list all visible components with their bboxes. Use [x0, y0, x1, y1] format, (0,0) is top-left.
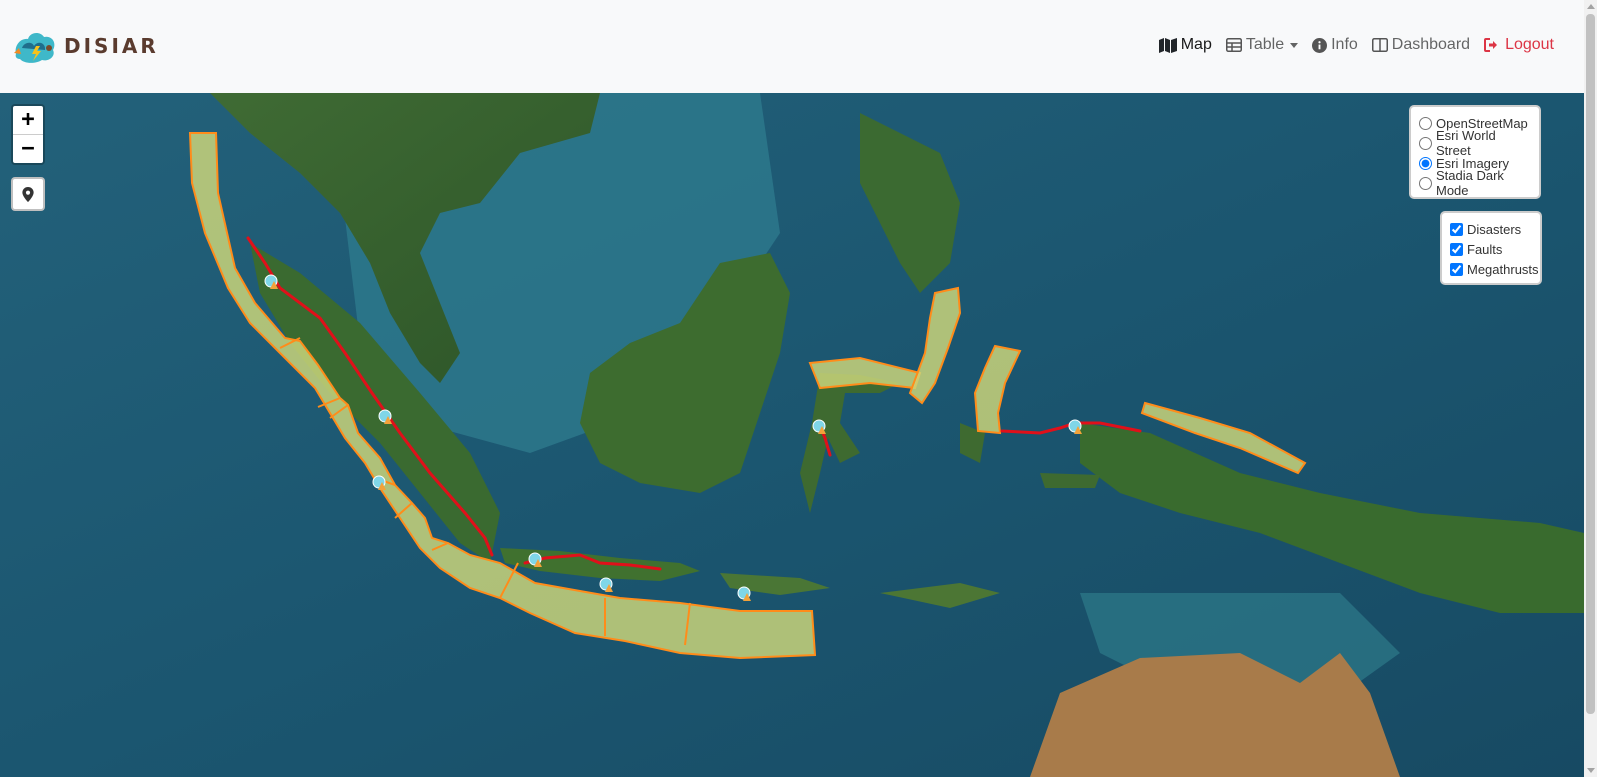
scroll-down-icon[interactable]: [1587, 768, 1595, 773]
main-nav: Map Table Info Dashboard Logout: [1145, 36, 1554, 54]
zoom-in-button[interactable]: +: [13, 106, 43, 135]
base-layer-radio[interactable]: [1419, 136, 1432, 150]
navbar: DISIAR Map Table Info Dashboard Logout: [0, 0, 1584, 93]
overlay-label: Disasters: [1467, 221, 1522, 237]
base-layer-option-esri-world-street[interactable]: Esri World Street: [1417, 128, 1531, 158]
overlay-control: Disasters Faults Megathrusts: [1440, 211, 1542, 285]
scrollbar-thumb[interactable]: [1586, 14, 1595, 714]
map-view[interactable]: + − OpenStreetMap Esri World Street Esri…: [0, 93, 1584, 777]
columns-icon: [1371, 38, 1388, 52]
zoom-out-button[interactable]: −: [13, 135, 43, 163]
nav-table-dropdown[interactable]: Table: [1225, 36, 1299, 54]
overlay-option-faults[interactable]: Faults: [1448, 239, 1532, 259]
nav-logout[interactable]: Logout: [1484, 36, 1554, 54]
overlay-checkbox[interactable]: [1450, 222, 1463, 236]
base-layer-label: Stadia Dark Mode: [1436, 168, 1504, 198]
overlay-option-megathrusts[interactable]: Megathrusts: [1448, 259, 1539, 279]
nav-map[interactable]: Map: [1158, 36, 1212, 54]
map-marker-icon: [22, 186, 34, 202]
base-layer-label: Esri World Street: [1436, 128, 1496, 158]
base-layer-option-stadia-dark[interactable]: Stadia Dark Mode: [1417, 168, 1531, 198]
scroll-up-icon[interactable]: [1587, 4, 1595, 9]
sign-out-icon: [1484, 38, 1498, 52]
base-layer-radio[interactable]: [1419, 176, 1432, 190]
base-layer-radio[interactable]: [1419, 156, 1432, 170]
overlay-label: Megathrusts: [1467, 261, 1539, 277]
nav-logout-label: Logout: [1505, 36, 1554, 53]
brand-name: DISIAR: [64, 34, 159, 58]
satellite-basemap: [0, 93, 1584, 777]
brand[interactable]: DISIAR: [12, 26, 159, 66]
base-layer-radio[interactable]: [1419, 116, 1432, 130]
page-scrollbar[interactable]: [1584, 0, 1597, 777]
chevron-down-icon: [1290, 42, 1299, 48]
nav-info[interactable]: Info: [1312, 36, 1358, 54]
nav-dashboard-label: Dashboard: [1391, 36, 1471, 53]
overlay-label: Faults: [1467, 241, 1503, 257]
base-layer-control: OpenStreetMap Esri World Street Esri Ima…: [1409, 105, 1541, 199]
overlay-checkbox[interactable]: [1450, 262, 1463, 276]
nav-table-label: Table: [1245, 36, 1285, 53]
nav-info-label: Info: [1331, 36, 1358, 53]
map-icon: [1158, 37, 1177, 53]
overlay-option-disasters[interactable]: Disasters: [1448, 219, 1532, 239]
nav-dashboard[interactable]: Dashboard: [1371, 36, 1471, 54]
overlay-checkbox[interactable]: [1450, 242, 1463, 256]
nav-map-label: Map: [1180, 36, 1212, 53]
table-icon: [1225, 38, 1242, 52]
locate-button[interactable]: [11, 177, 45, 211]
info-circle-icon: [1312, 37, 1328, 53]
zoom-control: + −: [11, 104, 45, 165]
disiar-logo-icon: [14, 33, 55, 63]
